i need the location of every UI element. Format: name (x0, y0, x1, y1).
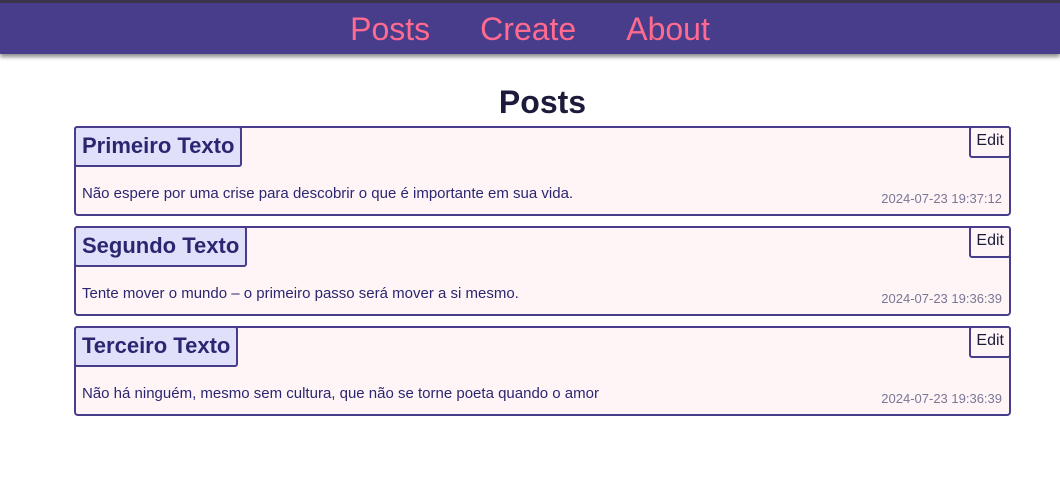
post-timestamp: 2024-07-23 19:36:39 (881, 291, 1002, 306)
post-card: Terceiro Texto Edit Não há ninguém, mesm… (74, 326, 1011, 416)
post-card: Primeiro Texto Edit Não espere por uma c… (74, 126, 1011, 216)
post-body: Não espere por uma crise para descobrir … (82, 185, 574, 202)
nav-link-posts[interactable]: Posts (350, 13, 430, 45)
post-timestamp: 2024-07-23 19:37:12 (881, 191, 1002, 206)
post-list: Primeiro Texto Edit Não espere por uma c… (74, 126, 1011, 426)
nav-link-about[interactable]: About (626, 13, 710, 45)
edit-button[interactable]: Edit (969, 226, 1011, 258)
edit-button[interactable]: Edit (969, 126, 1011, 158)
post-title: Terceiro Texto (74, 326, 239, 367)
top-navbar: Posts Create About (0, 0, 1060, 54)
edit-button[interactable]: Edit (969, 326, 1011, 358)
nav-link-create[interactable]: Create (480, 13, 576, 45)
post-timestamp: 2024-07-23 19:36:39 (881, 391, 1002, 406)
post-card: Segundo Texto Edit Tente mover o mundo –… (74, 226, 1011, 316)
post-body: Não há ninguém, mesmo sem cultura, que n… (82, 385, 599, 402)
post-body: Tente mover o mundo – o primeiro passo s… (82, 285, 519, 302)
post-title: Primeiro Texto (74, 126, 243, 167)
post-title: Segundo Texto (74, 226, 248, 267)
page-title: Posts (498, 84, 587, 120)
